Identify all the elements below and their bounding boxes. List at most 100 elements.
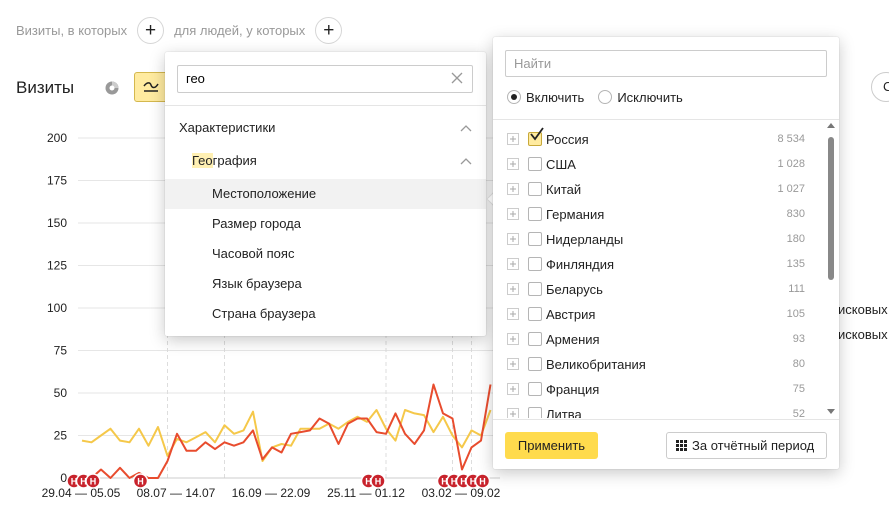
value-checkbox[interactable] [528, 407, 542, 418]
expand-plus-icon[interactable] [507, 408, 519, 418]
value-label: Франция [546, 382, 600, 397]
line-chart-toggle-button[interactable] [134, 72, 168, 102]
reporting-period-button[interactable]: За отчётный период [666, 432, 827, 459]
annotation-marker[interactable]: Н [474, 473, 491, 489]
expand-plus-icon[interactable] [507, 308, 519, 320]
scroll-down-arrow-icon [827, 409, 835, 414]
value-checkbox[interactable] [528, 157, 542, 171]
y-tick-label: 50 [54, 386, 68, 400]
attribute-item-city-size[interactable]: Размер города [165, 209, 486, 239]
divider [493, 119, 839, 120]
value-count: 75 [792, 383, 805, 395]
value-checkbox[interactable] [528, 257, 542, 271]
value-checkbox[interactable] [528, 207, 542, 221]
value-list-scrollbar[interactable] [826, 121, 836, 417]
value-list: Россия 8 534 США 1 028 Китай 1 027 Германия 830… [493, 121, 823, 418]
expand-plus-icon[interactable] [507, 158, 519, 170]
value-count: 1 028 [777, 158, 805, 170]
value-checkbox[interactable] [528, 357, 542, 371]
value-count: 80 [792, 358, 805, 370]
expand-plus-icon[interactable] [507, 133, 519, 145]
legend-label-fragment: исковых [838, 302, 888, 317]
expand-plus-icon[interactable] [507, 183, 519, 195]
value-count: 135 [786, 258, 805, 270]
section-geography[interactable]: География [165, 146, 486, 176]
value-dropdown: Найти Включить Исключить Россия 8 534 США 1… [493, 37, 839, 469]
value-item[interactable]: Литва 52 [493, 402, 823, 418]
expand-plus-icon[interactable] [507, 208, 519, 220]
divider [165, 105, 486, 106]
value-label: Китай [546, 182, 582, 197]
y-tick-label: 0 [60, 471, 67, 485]
exclude-label[interactable]: Исключить [617, 90, 683, 105]
pie-chart-icon[interactable] [104, 80, 120, 96]
value-checkbox[interactable] [528, 332, 542, 346]
scroll-thumb [828, 137, 834, 280]
exclude-radio[interactable] [598, 90, 613, 104]
include-exclude-radio-group: Включить Исключить [507, 89, 683, 105]
annotation-marker[interactable]: Н [370, 473, 386, 489]
annotation-marker[interactable]: Н [85, 473, 101, 489]
value-search-input[interactable]: Найти [505, 50, 827, 77]
add-visits-condition-button[interactable]: + [137, 16, 165, 44]
chevron-up-icon [460, 125, 472, 132]
value-item[interactable]: США 1 028 [493, 152, 823, 177]
expand-plus-icon[interactable] [507, 333, 519, 345]
value-count: 52 [792, 408, 805, 418]
attribute-item-browser-language[interactable]: Язык браузера [165, 269, 486, 299]
series-line-1 [82, 383, 492, 479]
attribute-search-input[interactable]: гео [177, 65, 473, 93]
attribute-dropdown: гео Характеристики География Местоположе… [165, 52, 486, 336]
y-tick-label: 150 [47, 216, 67, 230]
expand-plus-icon[interactable] [507, 283, 519, 295]
value-count: 111 [788, 283, 805, 295]
page-title: Визиты [16, 78, 75, 97]
value-label: Финляндия [546, 257, 615, 272]
value-checkbox[interactable] [528, 307, 542, 321]
value-checkbox[interactable] [528, 182, 542, 196]
value-item[interactable]: Великобритания 80 [493, 352, 823, 377]
search-match-highlight: Гео [192, 153, 213, 168]
y-tick-label: 100 [47, 301, 67, 315]
value-label: Германия [546, 207, 605, 222]
apply-button[interactable]: Применить [505, 432, 598, 459]
annotation-marker[interactable]: Н [132, 473, 149, 489]
clear-icon[interactable] [450, 71, 464, 85]
y-tick-label: 175 [47, 174, 67, 188]
section-characteristics[interactable]: Характеристики [165, 113, 486, 143]
include-label[interactable]: Включить [526, 90, 584, 105]
visits-condition-label: Визиты, в которых [16, 22, 128, 38]
annotation-marker-letter: Н [90, 477, 97, 487]
value-checkbox[interactable] [528, 382, 542, 396]
value-item[interactable]: Россия 8 534 [493, 127, 823, 152]
value-item[interactable]: Армения 93 [493, 327, 823, 352]
value-item[interactable]: Нидерланды 180 [493, 227, 823, 252]
value-item[interactable]: Китай 1 027 [493, 177, 823, 202]
value-item[interactable]: Германия 830 [493, 202, 823, 227]
value-label: Россия [546, 132, 589, 147]
add-people-condition-button[interactable]: + [315, 16, 343, 44]
segment-filter-bar: Визиты, в которых + для людей, у которых… [16, 16, 352, 44]
attribute-item-location[interactable]: Местоположение [165, 179, 486, 209]
value-checkbox[interactable] [528, 282, 542, 296]
expand-plus-icon[interactable] [507, 233, 519, 245]
value-item[interactable]: Австрия 105 [493, 302, 823, 327]
value-checkbox[interactable] [528, 232, 542, 246]
value-item[interactable]: Беларусь 111 [493, 277, 823, 302]
value-label: Литва [546, 407, 582, 418]
checkmark-icon [530, 127, 544, 141]
attribute-item-browser-country[interactable]: Страна браузера [165, 299, 486, 329]
value-item[interactable]: Франция 75 [493, 377, 823, 402]
y-tick-label: 200 [47, 131, 67, 145]
scroll-up-arrow-icon [827, 123, 835, 128]
expand-plus-icon[interactable] [507, 358, 519, 370]
value-count: 830 [786, 208, 805, 220]
chevron-up-icon [460, 158, 472, 165]
right-toolbar-button[interactable]: С [871, 72, 889, 102]
expand-plus-icon[interactable] [507, 258, 519, 270]
value-label: США [546, 157, 576, 172]
include-radio[interactable] [507, 90, 521, 104]
value-item[interactable]: Финляндия 135 [493, 252, 823, 277]
expand-plus-icon[interactable] [507, 383, 519, 395]
attribute-item-timezone[interactable]: Часовой пояс [165, 239, 486, 269]
